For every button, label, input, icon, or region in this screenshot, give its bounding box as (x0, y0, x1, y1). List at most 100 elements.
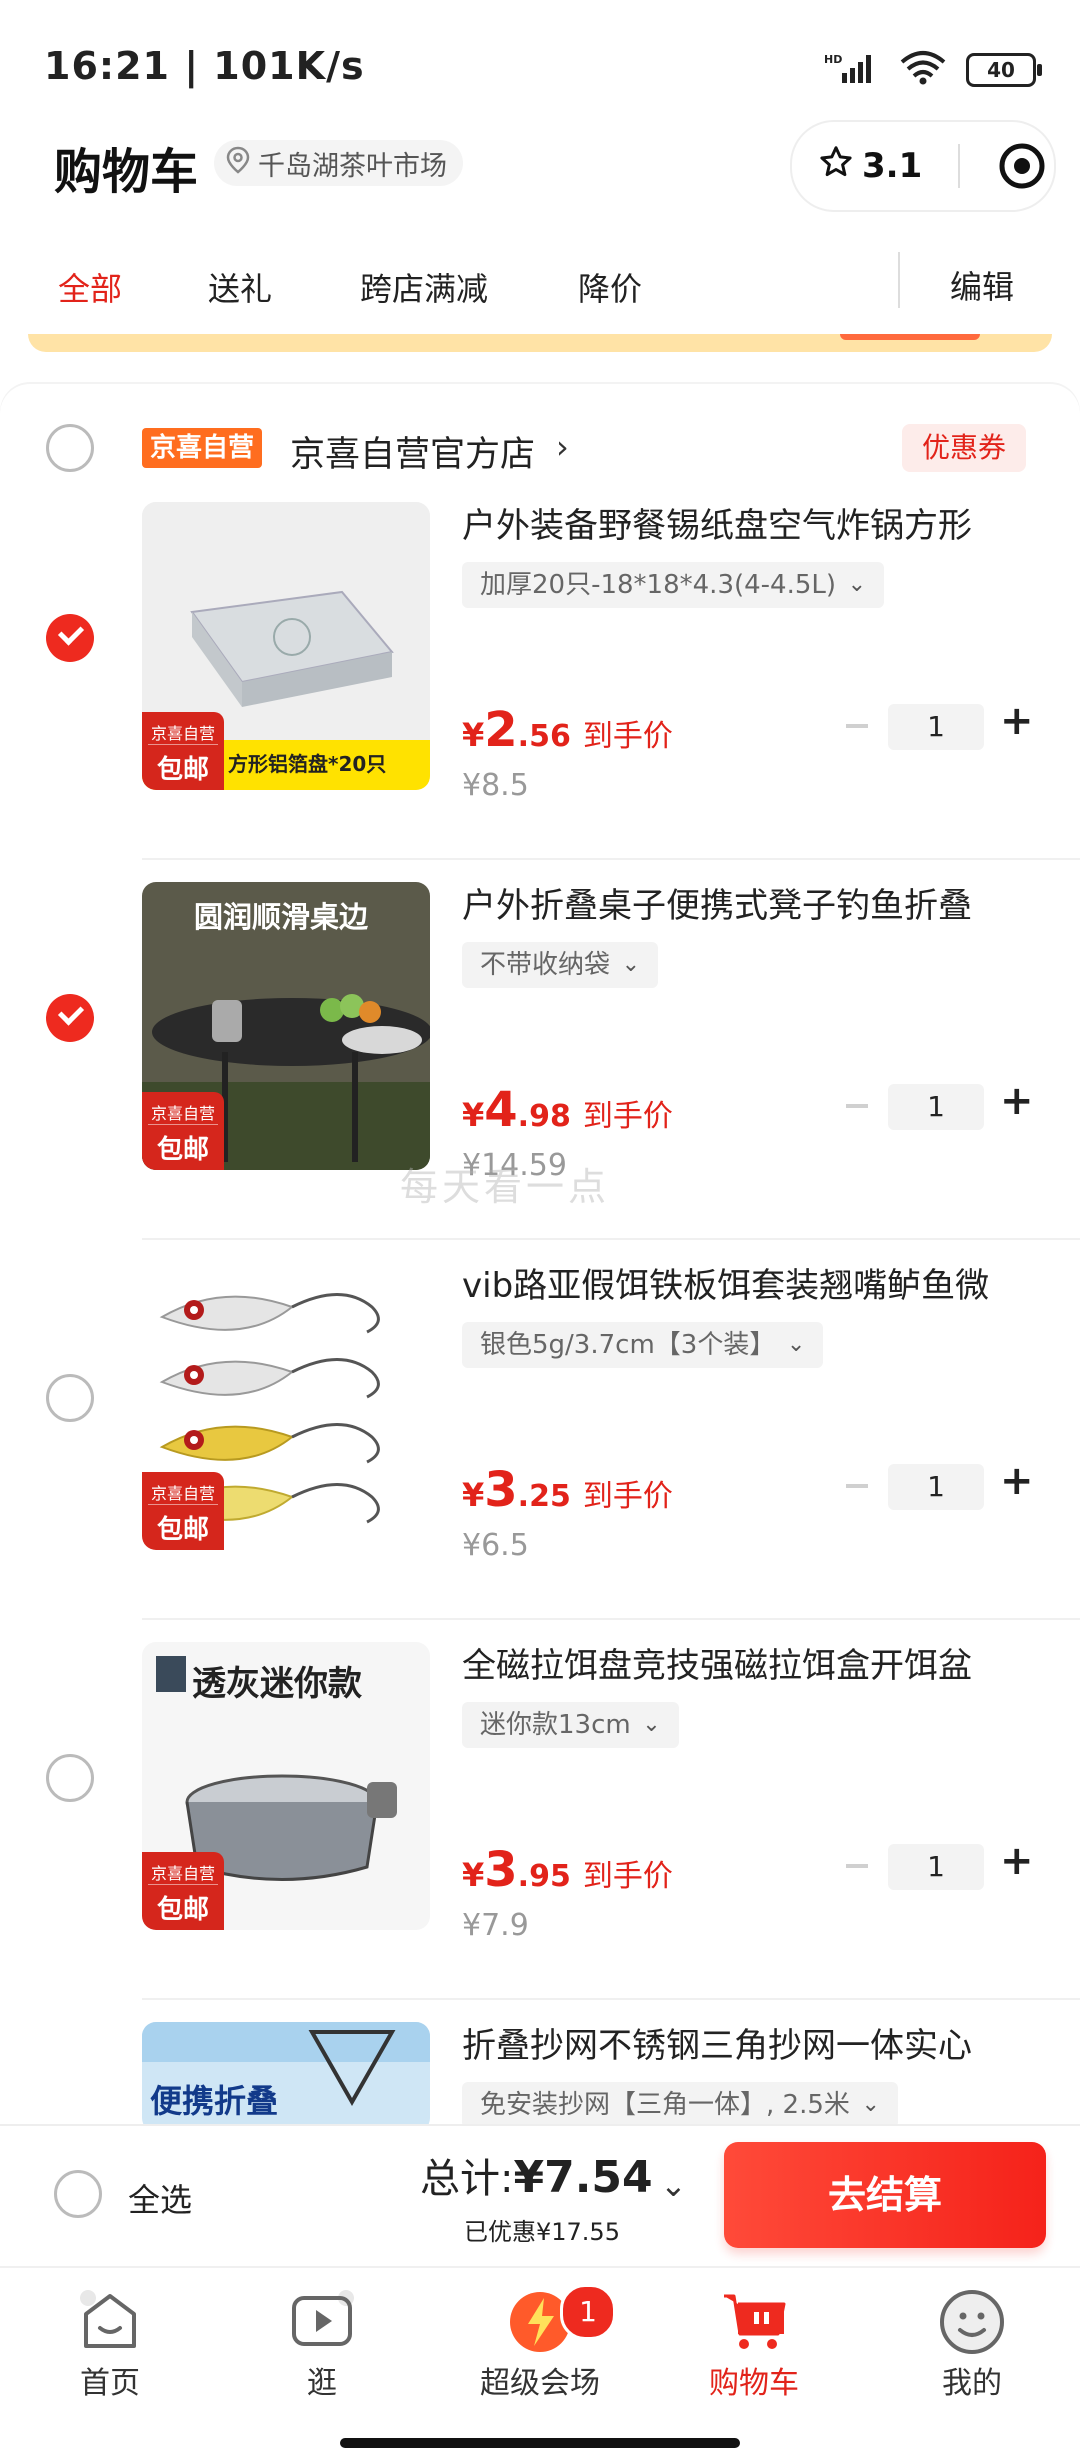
target-icon[interactable] (998, 142, 1046, 190)
rating-button[interactable]: 3.1 (792, 144, 928, 189)
select-all-checkbox[interactable] (54, 2170, 102, 2218)
nav-home[interactable]: 首页 (40, 2284, 180, 2402)
final-price: ¥2.56 到手价 (462, 702, 673, 758)
product-image[interactable]: 京喜自营 包邮 (142, 1262, 430, 1550)
cart-item: 便携折叠 折叠抄网不锈钢三角抄网一体实心 免安装抄网【三角一体】, 2.5米 ⌄ (0, 2000, 1080, 2124)
watermark: 每天看一点 (400, 1165, 611, 1209)
shop-arrow-icon[interactable]: › (556, 428, 569, 466)
wifi-icon (898, 50, 948, 90)
total-label: 总计: (420, 2156, 514, 2202)
tab-price-drop[interactable]: 降价 (578, 264, 642, 310)
quantity-input[interactable]: 1 (888, 1844, 984, 1890)
notification-badge: 1 (560, 2284, 616, 2340)
tab-all[interactable]: 全部 (58, 264, 122, 310)
spec-selector[interactable]: 加厚20只-18*18*4.3(4-4.5L) ⌄ (462, 562, 885, 608)
chevron-down-icon: ⌄ (786, 1332, 806, 1357)
product-image-caption: 便携折叠 (150, 2082, 279, 2120)
product-image[interactable]: 方形铝箔盘*20只 京喜自营 包邮 (142, 502, 430, 790)
product-image[interactable]: 圆润顺滑桌边 京喜自营 包邮 (142, 882, 430, 1170)
spec-label: 加厚20只-18*18*4.3(4-4.5L) (480, 570, 837, 600)
final-price: ¥3.95 到手价 (462, 1842, 673, 1898)
promo-banner-button-edge (840, 334, 980, 340)
nav-label: 逛 (307, 2366, 337, 2401)
chevron-down-icon: ⌄ (642, 1712, 661, 1737)
free-shipping-badge: 京喜自营 包邮 (142, 712, 224, 790)
spec-selector[interactable]: 银色5g/3.7cm【3个装】 ⌄ (462, 1322, 824, 1368)
star-icon (818, 144, 854, 189)
product-title[interactable]: vib路亚假饵铁板饵套装翘嘴鲈鱼微 (462, 1258, 1022, 1307)
quantity-input[interactable]: 1 (888, 1464, 984, 1510)
product-image-caption: 透灰迷你款 (192, 1664, 362, 1704)
spec-label: 不带收纳袋 (480, 950, 611, 980)
nav-label: 我的 (942, 2366, 1002, 2401)
quantity-input[interactable]: 1 (888, 1084, 984, 1130)
nav-label: 购物车 (709, 2366, 799, 2401)
home-icon (74, 2284, 146, 2356)
decrease-qty-button[interactable] (846, 1864, 868, 1868)
increase-qty-button[interactable]: + (1000, 1838, 1034, 1884)
chevron-down-icon: ⌄ (621, 952, 641, 977)
free-shipping-badge: 京喜自营 包邮 (142, 1472, 224, 1550)
spec-selector[interactable]: 不带收纳袋 ⌄ (462, 942, 659, 988)
checkout-button[interactable]: 去结算 (724, 2142, 1046, 2248)
item-checkbox[interactable] (46, 614, 94, 662)
status-time: 16:21 | 101K/s (44, 44, 365, 88)
free-shipping-badge: 京喜自营 包邮 (142, 1092, 224, 1170)
increase-qty-button[interactable]: + (1000, 698, 1034, 744)
tab-cross-store-discount[interactable]: 跨店满减 (360, 264, 488, 310)
pill-divider (958, 144, 960, 188)
product-title[interactable]: 户外装备野餐锡纸盘空气炸锅方形 (462, 498, 1022, 547)
nav-cart[interactable]: 购物车 (684, 2284, 824, 2402)
chevron-down-icon: ⌄ (861, 2092, 880, 2117)
total-value: ¥7.54 (513, 2152, 653, 2203)
status-icons: HD 40 (824, 50, 1042, 90)
chevron-down-icon: ⌄ (847, 572, 867, 597)
total-price: 总计:¥7.54 (420, 2146, 653, 2204)
final-price: ¥4.98 到手价 (462, 1082, 673, 1138)
product-title[interactable]: 全磁拉饵盘竞技强磁拉饵盒开饵盆 (462, 1638, 1022, 1687)
product-image[interactable]: 便携折叠 (142, 2022, 430, 2124)
hd-signal-icon: HD (824, 51, 880, 89)
original-price: ¥6.5 (462, 1528, 529, 1563)
select-all-label[interactable]: 全选 (128, 2175, 192, 2221)
rating-value: 3.1 (862, 146, 923, 186)
coupon-button[interactable]: 优惠券 (902, 424, 1027, 472)
shop-select-checkbox[interactable] (46, 424, 94, 472)
item-checkbox[interactable] (46, 1374, 94, 1422)
cart-item: 京喜自营 包邮 vib路亚假饵铁板饵套装翘嘴鲈鱼微 银色5g/3.7cm【3个装】… (0, 1240, 1080, 1620)
location-chip[interactable]: 千岛湖茶叶市场 (214, 140, 463, 186)
original-price: ¥8.5 (462, 768, 529, 803)
edit-button[interactable]: 编辑 (950, 262, 1014, 308)
shop-name[interactable]: 京喜自营官方店 (290, 426, 535, 477)
nav-browse[interactable]: 逛 (252, 2284, 392, 2402)
product-image-caption: 方形铝箔盘*20只 (228, 752, 387, 776)
product-title[interactable]: 折叠抄网不锈钢三角抄网一体实心 (462, 2018, 1022, 2067)
video-icon (286, 2284, 358, 2356)
filter-tabs: 全部 送礼 跨店满减 降价 (0, 240, 1080, 330)
cart-item: 透灰迷你款 京喜自营 包邮 全磁拉饵盘竞技强磁拉饵盒开饵盆 迷你款13cm ⌄ ¥3… (0, 1620, 1080, 2000)
decrease-qty-button[interactable] (846, 1104, 868, 1108)
home-indicator[interactable] (340, 2438, 740, 2448)
quantity-input[interactable]: 1 (888, 704, 984, 750)
spec-selector[interactable]: 迷你款13cm ⌄ (462, 1702, 679, 1748)
location-label: 千岛湖茶叶市场 (258, 150, 447, 182)
spec-label: 银色5g/3.7cm【3个装】 (480, 1330, 776, 1360)
product-image[interactable]: 透灰迷你款 京喜自营 包邮 (142, 1642, 430, 1930)
page-title: 购物车 (54, 144, 199, 200)
header-actions-pill: 3.1 (790, 120, 1056, 212)
nav-profile[interactable]: 我的 (902, 2284, 1042, 2402)
product-title[interactable]: 户外折叠桌子便携式凳子钓鱼折叠 (462, 878, 1022, 927)
nav-label: 超级会场 (480, 2366, 600, 2401)
decrease-qty-button[interactable] (846, 1484, 868, 1488)
chevron-down-icon[interactable]: ⌄ (660, 2166, 687, 2204)
spec-label: 迷你款13cm (480, 1710, 631, 1740)
item-checkbox[interactable] (46, 1754, 94, 1802)
battery-icon: 40 (966, 53, 1042, 87)
increase-qty-button[interactable]: + (1000, 1458, 1034, 1504)
cart-item: 方形铝箔盘*20只 京喜自营 包邮 户外装备野餐锡纸盘空气炸锅方形 加厚20只-1… (0, 480, 1080, 860)
tab-gift[interactable]: 送礼 (208, 264, 272, 310)
increase-qty-button[interactable]: + (1000, 1078, 1034, 1124)
decrease-qty-button[interactable] (846, 724, 868, 728)
spec-selector[interactable]: 免安装抄网【三角一体】, 2.5米 ⌄ (462, 2082, 898, 2124)
item-checkbox[interactable] (46, 994, 94, 1042)
